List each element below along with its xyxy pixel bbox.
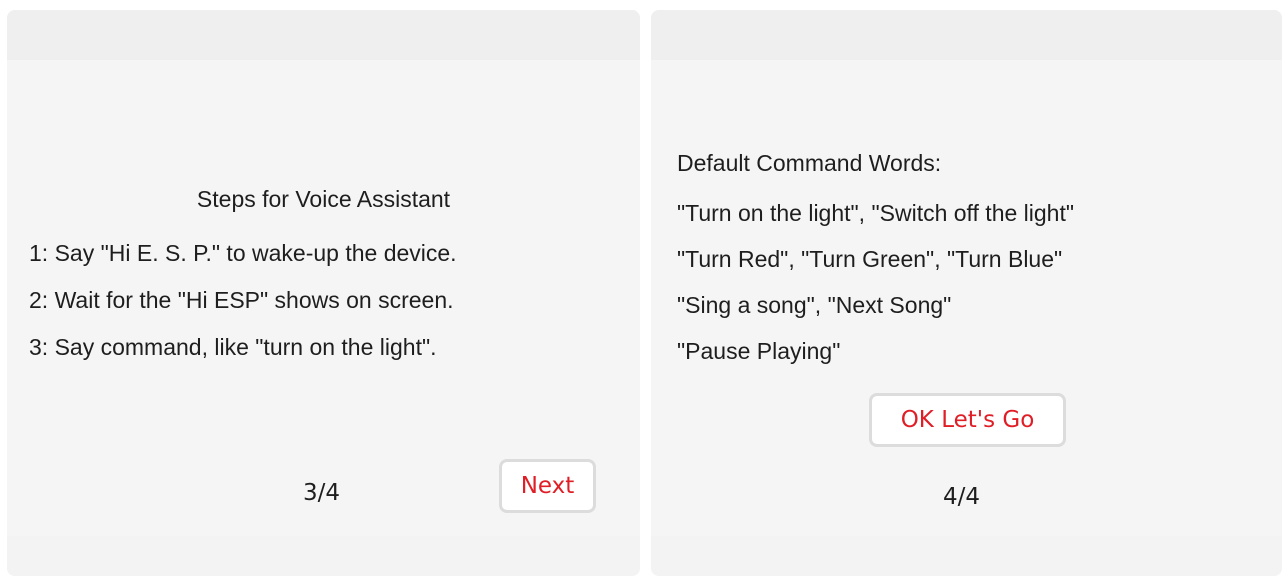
command-item: "Sing a song", "Next Song" — [677, 292, 952, 318]
command-item: "Pause Playing" — [677, 338, 841, 364]
top-bar — [651, 10, 1282, 60]
bottom-bar — [651, 536, 1282, 576]
steps-content: Steps for Voice Assistant 1: Say "Hi E. … — [7, 60, 640, 536]
commands-title: Default Command Words: — [677, 150, 942, 176]
top-bar — [7, 10, 640, 60]
step-item: 1: Say "Hi E. S. P." to wake-up the devi… — [29, 240, 457, 266]
page-indicator: 3/4 — [303, 480, 341, 506]
step-item: 3: Say command, like "turn on the light"… — [29, 334, 437, 360]
command-item: "Turn on the light", "Switch off the lig… — [677, 200, 1075, 226]
command-item: "Turn Red", "Turn Green", "Turn Blue" — [677, 246, 1063, 272]
next-button[interactable]: Next — [499, 459, 596, 513]
commands-panel: Default Command Words: "Turn on the ligh… — [651, 10, 1282, 576]
commands-content: Default Command Words: "Turn on the ligh… — [651, 60, 1282, 536]
page-indicator: 4/4 — [943, 484, 981, 510]
steps-panel: Steps for Voice Assistant 1: Say "Hi E. … — [7, 10, 640, 576]
ok-lets-go-button[interactable]: OK Let's Go — [869, 393, 1066, 447]
bottom-bar — [7, 536, 640, 576]
step-item: 2: Wait for the "Hi ESP" shows on screen… — [29, 287, 454, 313]
steps-title: Steps for Voice Assistant — [196, 186, 451, 212]
